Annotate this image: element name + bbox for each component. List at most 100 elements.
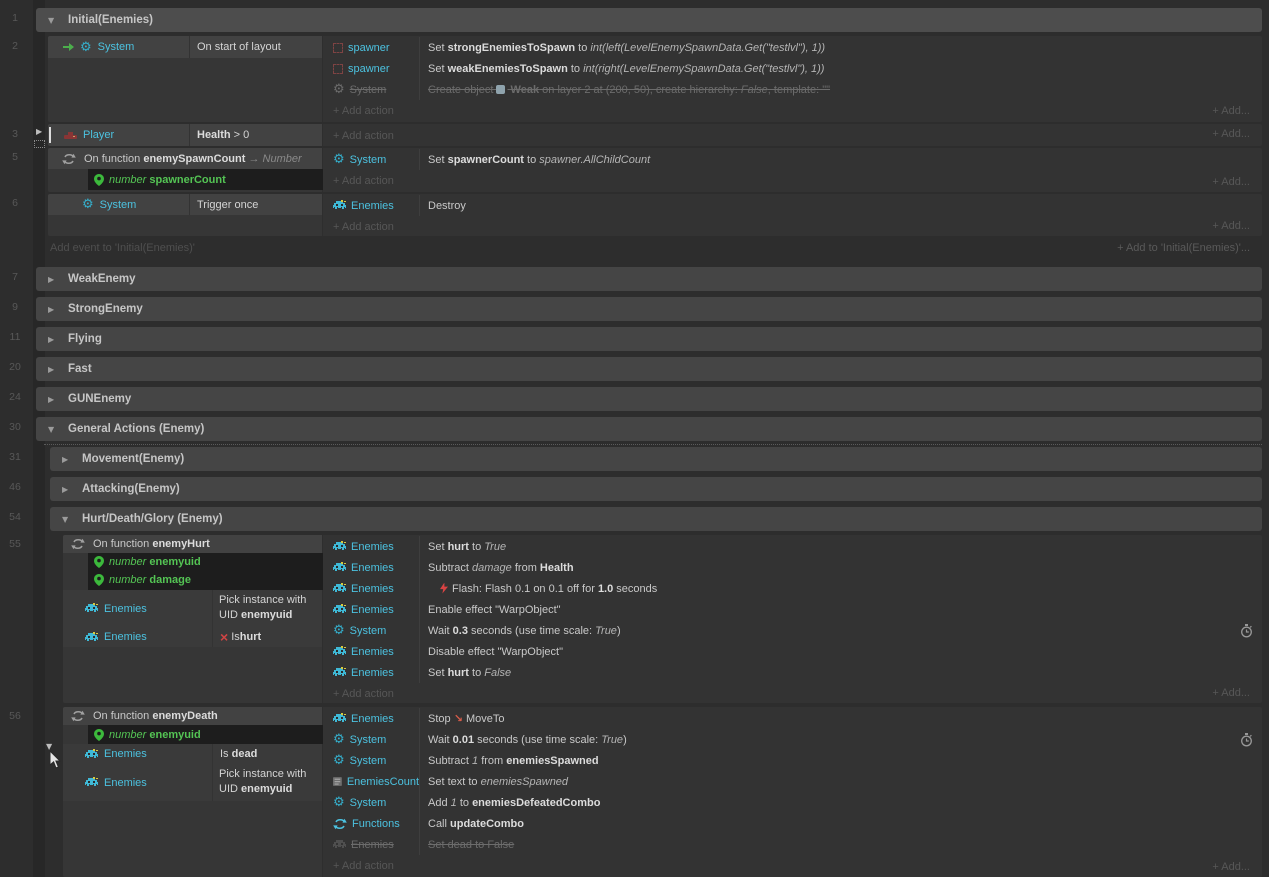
condition-health[interactable]: Player Health > 0 bbox=[48, 124, 322, 146]
enemies-icon bbox=[333, 583, 346, 594]
param-row[interactable]: number spawnerCount bbox=[88, 169, 323, 190]
event-block-5: On function enemySpawnCount → Number num… bbox=[48, 148, 1262, 192]
action-text: Set text to enemiesSpawned bbox=[420, 776, 568, 788]
function-header[interactable]: On function enemyDeath bbox=[63, 707, 322, 725]
action-row-disabled[interactable]: ⚙System Create object Weak on layer 2 at… bbox=[323, 79, 1262, 100]
function-name: On function enemySpawnCount → Number bbox=[84, 153, 302, 165]
action-row[interactable]: spawner Set strongEnemiesToSpawn to int(… bbox=[323, 37, 1262, 58]
object-name: Enemies bbox=[104, 777, 147, 789]
function-params: number enemyuid bbox=[88, 725, 323, 744]
group-flying[interactable]: ▶ Flying bbox=[36, 327, 1262, 351]
group-gunenemy[interactable]: ▶ GUNEnemy bbox=[36, 387, 1262, 411]
text-caret bbox=[49, 127, 51, 143]
action-row[interactable]: Functions Call updateCombo bbox=[323, 813, 1262, 834]
condition-pick-uid[interactable]: Enemies Pick instance with UID enemyuid bbox=[63, 764, 322, 801]
action-row[interactable]: ⚙System Subtract 1 from enemiesSpawned bbox=[323, 750, 1262, 771]
action-text: Call updateCombo bbox=[420, 818, 524, 830]
param-pin-icon bbox=[94, 556, 104, 568]
line-number: 1 bbox=[2, 12, 28, 24]
add-button[interactable]: + Add... bbox=[1212, 176, 1250, 188]
param-row[interactable]: number enemyuid bbox=[88, 553, 323, 571]
system-icon: ⚙ bbox=[333, 754, 345, 767]
condition-text: ×Is hurt bbox=[213, 630, 261, 644]
action-row[interactable]: ⚙System Add 1 to enemiesDefeatedCombo bbox=[323, 792, 1262, 813]
player-icon bbox=[64, 131, 77, 140]
param-row[interactable]: number enemyuid bbox=[88, 725, 323, 744]
bookmark-arrow-icon bbox=[63, 42, 74, 52]
group-title: Movement(Enemy) bbox=[82, 453, 184, 465]
group-title: Hurt/Death/Glory (Enemy) bbox=[82, 513, 223, 525]
function-header[interactable]: On function enemyHurt bbox=[63, 535, 322, 553]
add-event-link[interactable]: Add event to 'Initial(Enemies)' bbox=[50, 242, 195, 254]
system-icon: ⚙ bbox=[333, 83, 345, 96]
action-row[interactable]: Enemies Destroy bbox=[323, 195, 1262, 216]
group-hurt-death-glory[interactable]: ▼ Hurt/Death/Glory (Enemy) bbox=[50, 507, 1262, 531]
condition-trigger-once[interactable]: ⚙ System Trigger once bbox=[48, 194, 322, 215]
enemies-icon bbox=[85, 632, 98, 643]
condition-is-hurt-inverted[interactable]: Enemies ×Is hurt bbox=[63, 627, 322, 647]
function-name: On function enemyDeath bbox=[93, 710, 218, 722]
function-icon bbox=[62, 153, 76, 165]
action-row[interactable]: ⚙System Wait 0.3 seconds (use time scale… bbox=[323, 620, 1262, 641]
condition-text: Is dead bbox=[213, 748, 257, 760]
action-text: Add 1 to enemiesDefeatedCombo bbox=[420, 797, 600, 809]
add-to-group-link[interactable]: + Add to 'Initial(Enemies)'... bbox=[1117, 242, 1250, 254]
add-action[interactable]: + Add action bbox=[323, 855, 1262, 876]
group-general-actions[interactable]: ▼ General Actions (Enemy) bbox=[36, 417, 1262, 441]
action-row[interactable]: Enemies Disable effect "WarpObject" bbox=[323, 641, 1262, 662]
text-object-icon bbox=[333, 776, 342, 787]
action-row[interactable]: ⚙System Set spawnerCount to spawner.AllC… bbox=[323, 149, 1262, 170]
action-row[interactable]: EnemiesCount Set text to enemiesSpawned bbox=[323, 771, 1262, 792]
object-name: Enemies bbox=[351, 839, 394, 851]
action-text: Disable effect "WarpObject" bbox=[420, 646, 563, 658]
enemies-icon bbox=[333, 713, 346, 724]
function-icon bbox=[71, 538, 85, 550]
function-header[interactable]: On function enemySpawnCount → Number bbox=[48, 148, 322, 169]
function-params: number spawnerCount bbox=[88, 169, 323, 190]
line-number: 9 bbox=[2, 301, 28, 313]
object-name: EnemiesCount bbox=[347, 776, 419, 788]
object-name: System bbox=[350, 625, 387, 637]
condition-text: Pick instance with UID enemyuid bbox=[213, 590, 319, 627]
line-number: 6 bbox=[2, 197, 28, 209]
add-action[interactable]: + Add action bbox=[323, 170, 1262, 191]
group-fast[interactable]: ▶ Fast bbox=[36, 357, 1262, 381]
action-text: Set weakEnemiesToSpawn to int(right(Leve… bbox=[420, 63, 824, 75]
enemies-icon bbox=[333, 604, 346, 615]
action-row[interactable]: Enemies Stop ↘ MoveTo bbox=[323, 708, 1262, 729]
object-name: System bbox=[350, 734, 387, 746]
add-action[interactable]: + Add action bbox=[323, 683, 1262, 703]
line-number: 7 bbox=[2, 271, 28, 283]
condition-on-start-of-layout[interactable]: ⚙ System On start of layout bbox=[48, 36, 322, 58]
add-button[interactable]: + Add... bbox=[1212, 861, 1250, 873]
object-name: Functions bbox=[352, 818, 400, 830]
group-weakenemy[interactable]: ▶ WeakEnemy bbox=[36, 267, 1262, 291]
add-button[interactable]: + Add... bbox=[1212, 105, 1250, 117]
add-action[interactable]: + Add action bbox=[323, 216, 1262, 236]
action-row[interactable]: ⚙System Wait 0.01 seconds (use time scal… bbox=[323, 729, 1262, 750]
line-number: 11 bbox=[2, 331, 28, 343]
action-row[interactable]: Enemies Set hurt to True bbox=[323, 536, 1262, 557]
group-strongenemy[interactable]: ▶ StrongEnemy bbox=[36, 297, 1262, 321]
action-text: Create object Weak on layer 2 at (200, 5… bbox=[420, 84, 830, 96]
group-attacking[interactable]: ▶ Attacking(Enemy) bbox=[50, 477, 1262, 501]
add-button[interactable]: + Add... bbox=[1212, 128, 1250, 140]
action-row[interactable]: Enemies Enable effect "WarpObject" bbox=[323, 599, 1262, 620]
add-button[interactable]: + Add... bbox=[1212, 220, 1250, 232]
group-movement[interactable]: ▶ Movement(Enemy) bbox=[50, 447, 1262, 471]
action-row-disabled[interactable]: Enemies Set dead to False bbox=[323, 834, 1262, 855]
add-button[interactable]: + Add... bbox=[1212, 687, 1250, 699]
group-initial-enemies[interactable]: ▼ Initial(Enemies) bbox=[36, 8, 1262, 32]
condition-is-dead[interactable]: Enemies Is dead bbox=[63, 744, 322, 764]
param-row[interactable]: number damage bbox=[88, 571, 323, 589]
action-row[interactable]: Enemies Subtract damage from Health bbox=[323, 557, 1262, 578]
action-row[interactable]: Enemies Set hurt to False bbox=[323, 662, 1262, 683]
action-row[interactable]: spawner Set weakEnemiesToSpawn to int(ri… bbox=[323, 58, 1262, 79]
object-name: Enemies bbox=[351, 646, 394, 658]
add-action[interactable]: + Add action bbox=[323, 100, 1262, 121]
action-row[interactable]: Enemies Flash: Flash 0.1 on 0.1 off for … bbox=[323, 578, 1262, 599]
add-action[interactable]: + Add action bbox=[323, 125, 1262, 146]
condition-pick-uid[interactable]: Enemies Pick instance with UID enemyuid bbox=[63, 590, 322, 627]
param-pin-icon bbox=[94, 174, 104, 186]
enemies-icon bbox=[85, 777, 98, 788]
